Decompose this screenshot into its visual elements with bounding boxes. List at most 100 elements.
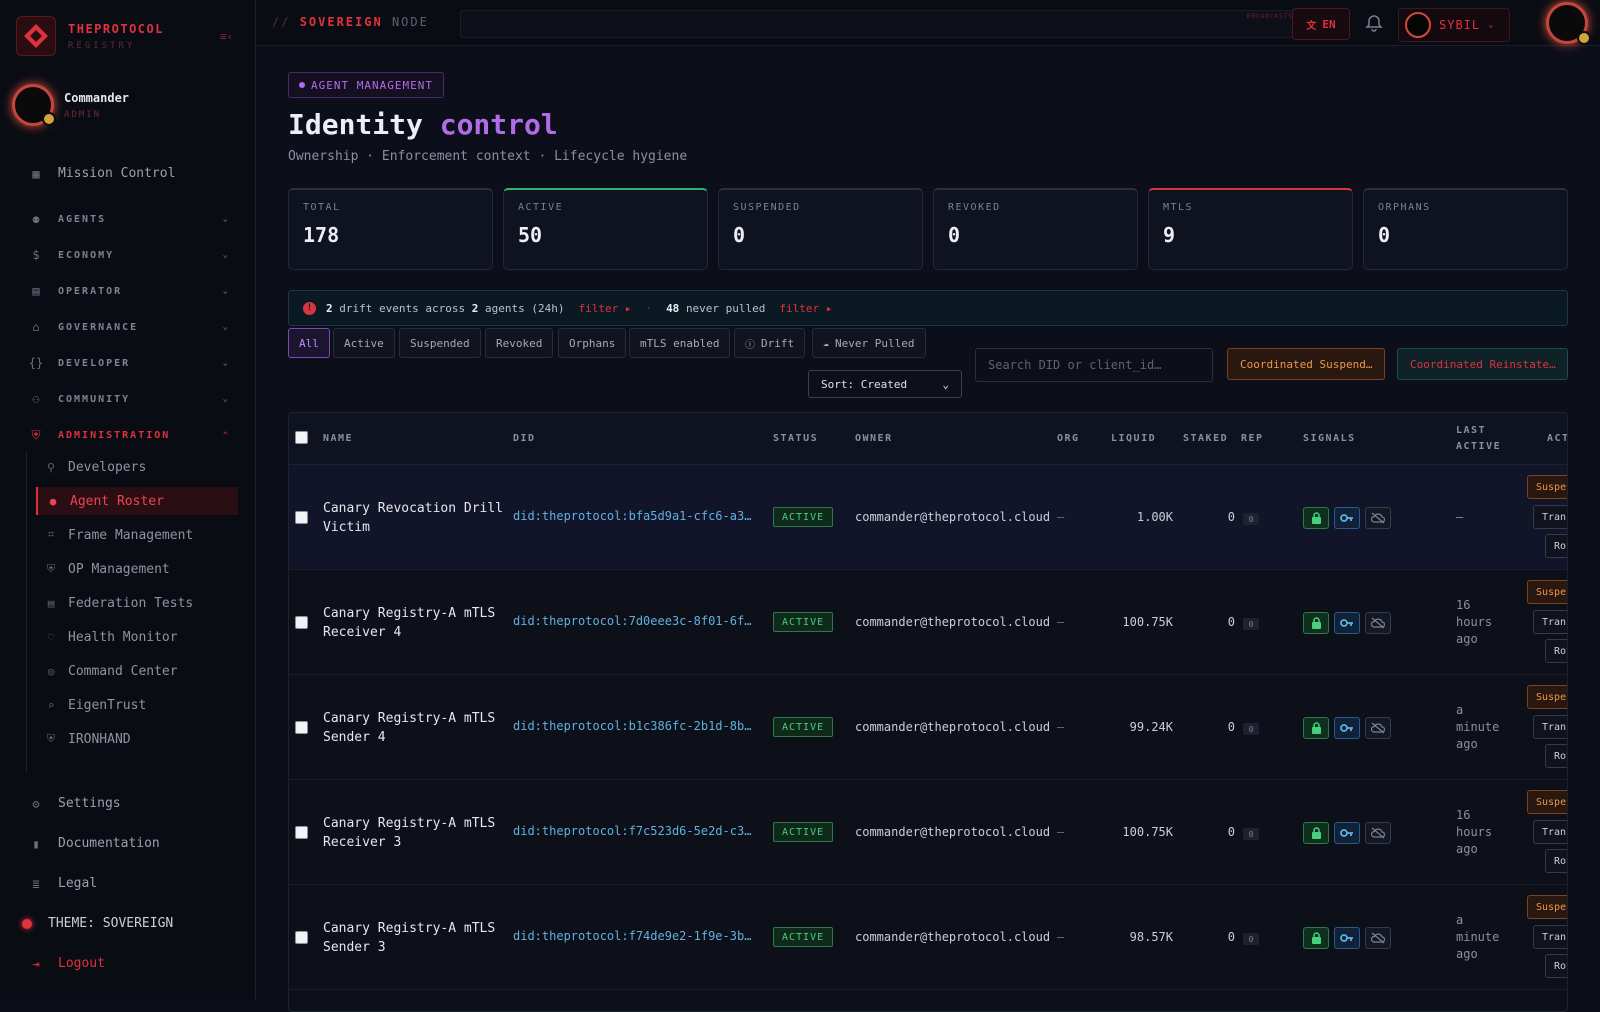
column-name[interactable]: NAME bbox=[323, 433, 353, 444]
sidebar-item-federation-tests[interactable]: ▤ Federation Tests bbox=[36, 589, 238, 617]
filter-drift[interactable]: ⓘ Drift bbox=[734, 328, 806, 358]
sort-select[interactable]: Sort: Created ⌄ bbox=[808, 370, 962, 398]
row-rotate-button[interactable]: Rotate bbox=[1545, 954, 1567, 978]
table-row[interactable]: Canary Registry-A mTLS Receiver 4 did:the… bbox=[289, 570, 1567, 675]
sidebar-item-health-monitor[interactable]: ♡ Health Monitor bbox=[36, 623, 238, 651]
row-transfer-button[interactable]: Transfer bbox=[1533, 505, 1567, 529]
sidebar-item-frame-management[interactable]: ⌗ Frame Management bbox=[36, 521, 238, 549]
table-row[interactable]: Canary Registry-A mTLS Sender 4 did:thepr… bbox=[289, 675, 1567, 780]
corner-avatar[interactable] bbox=[1546, 2, 1591, 45]
agent-name[interactable]: Canary Registry-A mTLS Sender 4 bbox=[323, 709, 503, 747]
logout-button[interactable]: ⇥ Logout bbox=[28, 956, 228, 971]
column-status[interactable]: STATUS bbox=[773, 433, 818, 444]
nav-group-administration[interactable]: ⛨ ADMINISTRATION ⌃ bbox=[28, 428, 228, 443]
nav-mission-control[interactable]: ▦ Mission Control bbox=[28, 166, 228, 181]
key-icon[interactable] bbox=[1334, 507, 1360, 529]
lock-icon[interactable] bbox=[1303, 822, 1329, 844]
key-icon[interactable] bbox=[1334, 927, 1360, 949]
cloud-off-icon[interactable] bbox=[1365, 927, 1391, 949]
nav-group-community[interactable]: ⚇ COMMUNITY ⌄ bbox=[28, 392, 228, 406]
nav-group-agents[interactable]: ⚉ AGENTS ⌄ bbox=[28, 212, 228, 226]
bell-icon[interactable] bbox=[1364, 13, 1384, 33]
key-icon[interactable] bbox=[1334, 822, 1360, 844]
agent-did-link[interactable]: did:theprotocol:b1c386fc-2b1d-8bc9- bbox=[513, 719, 753, 733]
sidebar-item-agent-roster[interactable]: ● Agent Roster bbox=[36, 487, 238, 515]
theme-toggle[interactable]: THEME: SOVEREIGN bbox=[22, 916, 222, 931]
row-suspend-button[interactable]: Suspend bbox=[1527, 790, 1567, 814]
agent-name[interactable]: Canary Registry-A mTLS Receiver 4 bbox=[323, 604, 503, 642]
row-transfer-button[interactable]: Transfer bbox=[1533, 820, 1567, 844]
column-liquid[interactable]: LIQUID bbox=[1111, 433, 1156, 444]
cloud-off-icon[interactable] bbox=[1365, 717, 1391, 739]
row-checkbox[interactable] bbox=[295, 616, 308, 629]
row-rotate-button[interactable]: Rotate bbox=[1545, 534, 1567, 558]
key-icon[interactable] bbox=[1334, 612, 1360, 634]
agent-did-link[interactable]: did:theprotocol:bfa5d9a1-cfc6-a3a1- bbox=[513, 509, 753, 523]
agent-did-link[interactable]: did:theprotocol:7d0eee3c-8f01-6fdf- bbox=[513, 614, 753, 628]
column-did[interactable]: DID bbox=[513, 433, 536, 444]
row-suspend-button[interactable]: Suspend bbox=[1527, 895, 1567, 919]
filter-never-pulled[interactable]: ☁ Never Pulled bbox=[812, 328, 926, 358]
key-icon[interactable] bbox=[1334, 717, 1360, 739]
nav-documentation[interactable]: ▮ Documentation bbox=[28, 836, 228, 851]
column-org[interactable]: ORG bbox=[1057, 433, 1080, 444]
nav-group-governance[interactable]: ⌂ GOVERNANCE ⌄ bbox=[28, 320, 228, 334]
filter-revoked[interactable]: Revoked bbox=[485, 328, 554, 358]
table-row[interactable]: Canary Revocation Drill Victim did:thepro… bbox=[289, 465, 1567, 570]
lock-icon[interactable] bbox=[1303, 927, 1329, 949]
row-transfer-button[interactable]: Transfer bbox=[1533, 610, 1567, 634]
row-transfer-button[interactable]: Transfer bbox=[1533, 925, 1567, 949]
select-all-checkbox[interactable] bbox=[295, 431, 308, 444]
cloud-off-icon[interactable] bbox=[1365, 612, 1391, 634]
row-checkbox[interactable] bbox=[295, 721, 308, 734]
table-row[interactable]: Canary Registry-A mTLS Sender 3 did:thepr… bbox=[289, 885, 1567, 990]
lock-icon[interactable] bbox=[1303, 717, 1329, 739]
filter-suspended[interactable]: Suspended bbox=[399, 328, 481, 358]
row-checkbox[interactable] bbox=[295, 511, 308, 524]
column-last-active[interactable]: LAST ACTIVE bbox=[1456, 423, 1501, 455]
nav-settings[interactable]: ⚙ Settings bbox=[28, 796, 228, 811]
search-input[interactable]: Search DID or client_id… bbox=[975, 348, 1213, 382]
column-staked[interactable]: STAKED bbox=[1183, 433, 1228, 444]
nav-group-operator[interactable]: ▤ OPERATOR ⌄ bbox=[28, 284, 228, 298]
agent-name[interactable]: Canary Registry-A mTLS Receiver 3 bbox=[323, 814, 503, 852]
nav-legal[interactable]: ≣ Legal bbox=[28, 876, 228, 891]
drift-filter-link[interactable]: filter ▸ bbox=[578, 302, 631, 315]
broadcast-ticker[interactable]: BROADCASTS bbox=[460, 10, 1300, 38]
row-suspend-button[interactable]: Suspend bbox=[1527, 475, 1567, 499]
user-card[interactable]: Commander ADMIN bbox=[12, 84, 129, 126]
nav-group-developer[interactable]: {} DEVELOPER ⌄ bbox=[28, 356, 228, 370]
never-pulled-filter-link[interactable]: filter ▸ bbox=[779, 302, 832, 315]
column-owner[interactable]: OWNER bbox=[855, 433, 893, 444]
coordinated-suspend-button[interactable]: Coordinated Suspend… bbox=[1227, 348, 1385, 380]
row-checkbox[interactable] bbox=[295, 826, 308, 839]
row-rotate-button[interactable]: Rotate bbox=[1545, 744, 1567, 768]
table-row[interactable]: Canary Registry-A mTLS Receiver 3 did:the… bbox=[289, 780, 1567, 885]
sidebar-item-developers[interactable]: ⚲ Developers bbox=[36, 453, 238, 481]
column-rep[interactable]: REP bbox=[1241, 433, 1264, 444]
agent-name[interactable]: Canary Registry-A mTLS Sender 3 bbox=[323, 919, 503, 957]
cloud-off-icon[interactable] bbox=[1365, 822, 1391, 844]
profile-menu[interactable]: SYBIL ⌄ bbox=[1398, 8, 1510, 42]
sidebar-item-ironhand[interactable]: ⛨ IRONHAND bbox=[36, 725, 238, 753]
collapse-sidebar-icon[interactable]: ≡‹ bbox=[220, 30, 233, 43]
agent-did-link[interactable]: did:theprotocol:f7c523d6-5e2d-c35d- bbox=[513, 824, 753, 838]
brand[interactable]: THEPROTOCOL REGISTRY bbox=[16, 16, 164, 56]
filter-mtls-enabled[interactable]: mTLS enabled bbox=[629, 328, 731, 358]
coordinated-reinstate-button[interactable]: Coordinated Reinstate… bbox=[1397, 348, 1568, 380]
agent-name[interactable]: Canary Revocation Drill Victim bbox=[323, 499, 503, 537]
sidebar-item-eigentrust[interactable]: ⌕ EigenTrust bbox=[36, 691, 238, 719]
row-rotate-button[interactable]: Rotate bbox=[1545, 849, 1567, 873]
lock-icon[interactable] bbox=[1303, 507, 1329, 529]
filter-orphans[interactable]: Orphans bbox=[558, 328, 627, 358]
row-suspend-button[interactable]: Suspend bbox=[1527, 685, 1567, 709]
sidebar-item-op-management[interactable]: ⛨ OP Management bbox=[36, 555, 238, 583]
filter-active[interactable]: Active bbox=[333, 328, 395, 358]
language-button[interactable]: 文 EN bbox=[1292, 8, 1350, 40]
agent-did-link[interactable]: did:theprotocol:f74de9e2-1f9e-3bb7- bbox=[513, 929, 753, 943]
sidebar-item-command-center[interactable]: ◎ Command Center bbox=[36, 657, 238, 685]
row-rotate-button[interactable]: Rotate bbox=[1545, 639, 1567, 663]
cloud-off-icon[interactable] bbox=[1365, 507, 1391, 529]
nav-group-economy[interactable]: $ ECONOMY ⌄ bbox=[28, 248, 228, 262]
row-suspend-button[interactable]: Suspend bbox=[1527, 580, 1567, 604]
